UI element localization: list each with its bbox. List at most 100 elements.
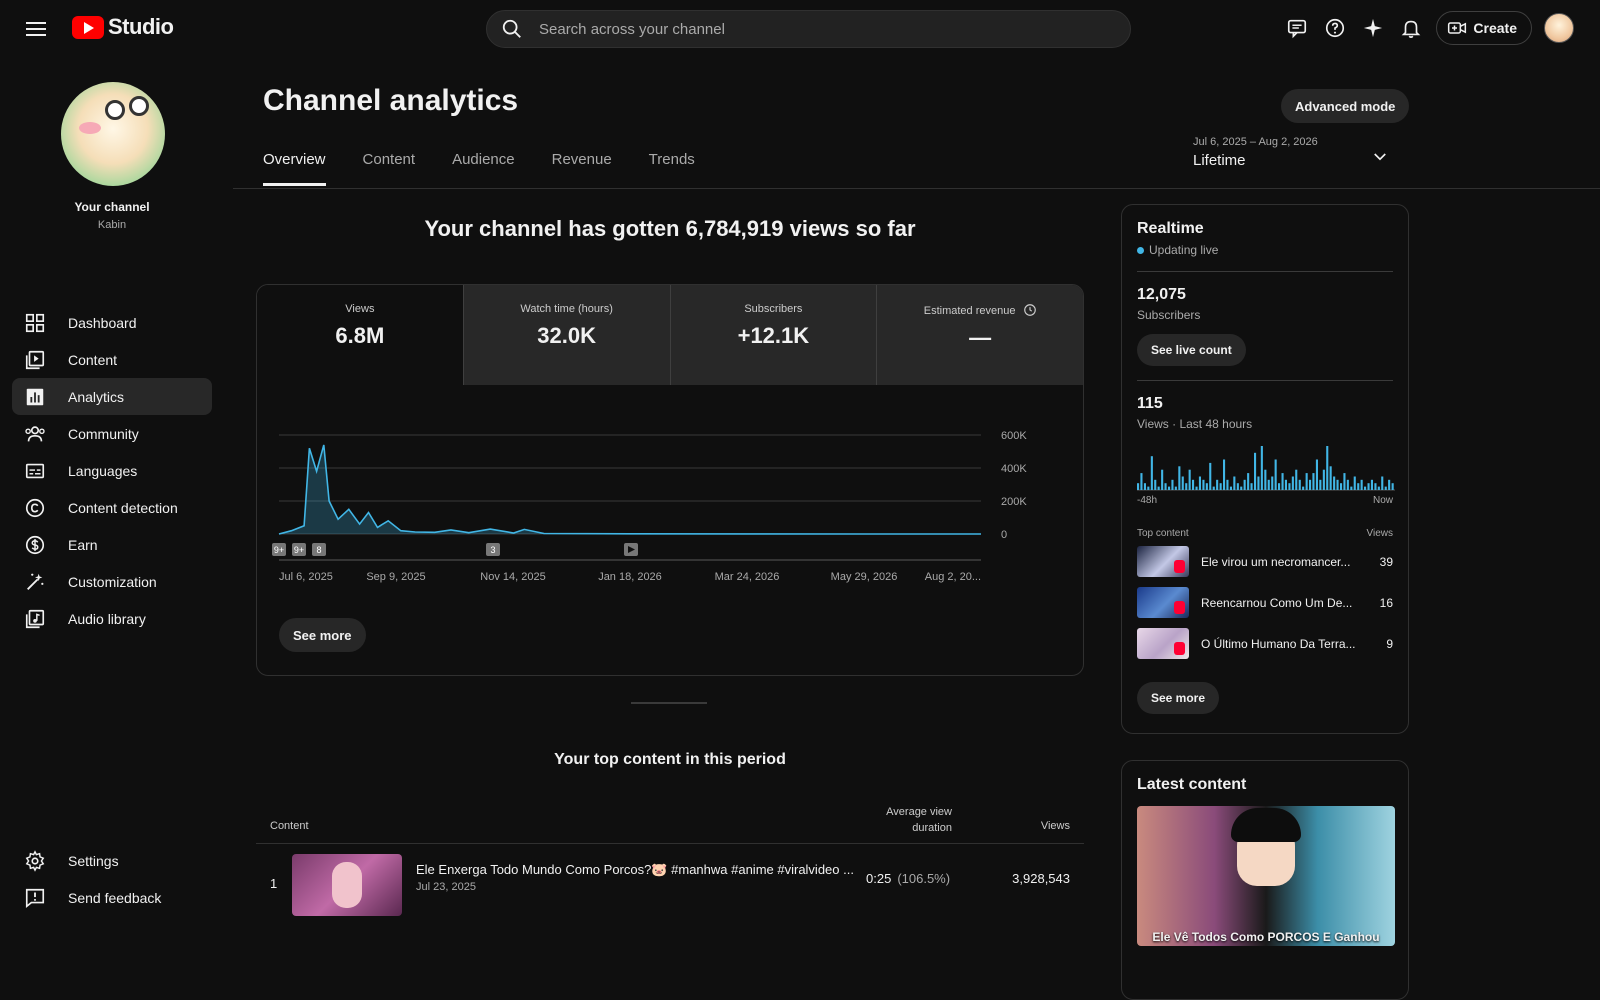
sidebar-item-content[interactable]: Content (12, 341, 212, 378)
tab-revenue[interactable]: Revenue (552, 151, 612, 186)
video-title[interactable]: Ele Enxerga Todo Mundo Como Porcos?🐷 #ma… (416, 862, 856, 878)
metric-subscribers[interactable]: Subscribers +12.1K (669, 285, 877, 385)
metric-estimated-revenue[interactable]: Estimated revenue — (876, 285, 1083, 385)
sidebar-item-community[interactable]: Community (12, 415, 212, 452)
metric-watch-time[interactable]: Watch time (hours) 32.0K (462, 285, 670, 385)
list-item[interactable]: Ele virou um necromancer... 39 (1137, 543, 1393, 580)
metric-label: Views (345, 303, 375, 315)
realtime-bar (1333, 476, 1336, 490)
hamburger-menu-icon[interactable] (24, 18, 48, 38)
list-item[interactable]: Reencarnou Como Um De... 16 (1137, 584, 1393, 621)
realtime-bar (1288, 483, 1291, 490)
chart-marker-label: 9+ (274, 545, 284, 555)
x-tick-label: Aug 2, 20... (925, 571, 981, 583)
tab-trends[interactable]: Trends (649, 151, 695, 186)
comments-icon[interactable] (1284, 15, 1310, 41)
realtime-bar (1388, 479, 1391, 490)
sidebar-item-label: Content detection (68, 499, 178, 516)
advanced-mode-button[interactable]: Advanced mode (1281, 89, 1410, 123)
realtime-bar (1147, 486, 1150, 490)
sidebar-item-settings[interactable]: Settings (12, 842, 212, 879)
tab-overview[interactable]: Overview (263, 151, 326, 186)
create-button[interactable]: Create (1436, 11, 1532, 45)
metric-label: Subscribers (744, 303, 803, 315)
video-thumbnail[interactable] (292, 854, 402, 916)
date-range-picker[interactable]: Jul 6, 2025 – Aug 2, 2026 Lifetime (1193, 136, 1393, 169)
realtime-bar (1291, 476, 1294, 490)
top-content-label: Top content (1137, 528, 1189, 539)
channel-avatar[interactable] (61, 82, 165, 186)
sidebar: Your channel Kabin Dashboard Content Ana… (0, 56, 224, 924)
list-item[interactable]: O Último Humano Da Terra... 9 (1137, 625, 1393, 662)
dollar-icon (25, 535, 45, 554)
account-avatar[interactable] (1544, 13, 1574, 43)
realtime-bar (1140, 473, 1143, 490)
views-line (278, 444, 981, 535)
table-row[interactable]: 1 Ele Enxerga Todo Mundo Como Porcos?🐷 #… (256, 846, 1084, 926)
x-tick-label: Jul 6, 2025 (279, 571, 333, 583)
realtime-bar (1322, 469, 1325, 490)
chevron-down-icon (1374, 153, 1386, 161)
metric-views[interactable]: Views 6.8M (257, 285, 463, 385)
sparkle-icon[interactable] (1360, 15, 1386, 41)
realtime-bar (1315, 459, 1318, 490)
help-icon[interactable] (1322, 15, 1348, 41)
tab-content[interactable]: Content (363, 151, 416, 186)
search-input[interactable] (539, 20, 1099, 38)
latest-video-thumbnail[interactable]: Ele Vê Todos Como PORCOS E Ganhou (1137, 806, 1395, 946)
content-icon (25, 350, 45, 369)
search-bar[interactable] (486, 10, 1131, 48)
realtime-bar (1216, 479, 1219, 490)
sidebar-item-label: Settings (68, 852, 119, 869)
short-thumbnail (1137, 546, 1189, 577)
realtime-bar (1309, 479, 1312, 490)
realtime-see-more-button[interactable]: See more (1137, 682, 1220, 714)
see-live-count-button[interactable]: See live count (1137, 334, 1246, 366)
section-divider (631, 702, 707, 704)
community-icon (25, 425, 45, 441)
short-thumbnail (1137, 587, 1189, 618)
sidebar-item-send-feedback[interactable]: Send feedback (12, 879, 212, 916)
tab-audience[interactable]: Audience (452, 151, 515, 186)
realtime-bar (1329, 466, 1332, 490)
sidebar-item-audio-library[interactable]: Audio library (12, 600, 212, 637)
bell-icon[interactable] (1398, 15, 1424, 41)
realtime-bar (1229, 486, 1232, 490)
sidebar-item-customization[interactable]: Customization (12, 563, 212, 600)
video-views: 3,928,543 (1012, 871, 1070, 886)
dashboard-icon (25, 313, 45, 332)
clock-icon (1023, 304, 1036, 316)
studio-logo[interactable]: Studio (72, 14, 174, 40)
realtime-bar (1364, 486, 1367, 490)
realtime-bars-svg (1137, 446, 1395, 491)
realtime-views-value: 115 (1137, 395, 1163, 412)
realtime-bar (1381, 476, 1384, 490)
realtime-bar (1192, 479, 1195, 490)
realtime-bar (1181, 476, 1184, 490)
sidebar-item-earn[interactable]: Earn (12, 526, 212, 563)
realtime-bar (1274, 459, 1277, 490)
sidebar-item-dashboard[interactable]: Dashboard (12, 304, 212, 341)
top-content-title: Your top content in this period (554, 751, 786, 768)
realtime-bar (1377, 486, 1380, 490)
magic-wand-icon (27, 573, 44, 590)
realtime-bar (1178, 466, 1181, 490)
realtime-bar (1157, 486, 1160, 490)
youtube-play-icon (72, 15, 104, 39)
sidebar-item-content-detection[interactable]: Content detection (12, 489, 212, 526)
chart-see-more-button[interactable]: See more (279, 618, 366, 652)
realtime-bar (1209, 462, 1212, 490)
sidebar-item-analytics[interactable]: Analytics (12, 378, 212, 415)
metric-value: 6.8M (335, 323, 385, 348)
sidebar-item-label: Send feedback (68, 889, 162, 906)
metric-tabs: Views 6.8M Watch time (hours) 32.0K Subs… (257, 285, 1083, 385)
realtime-card: Realtime Updating live 12,075 Subscriber… (1121, 204, 1409, 734)
realtime-bar (1236, 483, 1239, 490)
y-tick-label: 400K (1001, 463, 1027, 475)
realtime-bar (1353, 476, 1356, 490)
tab-divider (233, 188, 1600, 189)
sidebar-item-languages[interactable]: Languages (12, 452, 212, 489)
x-tick-label: Mar 24, 2026 (715, 571, 780, 583)
x-tick-label: May 29, 2026 (831, 571, 898, 583)
sidebar-item-label: Content (68, 351, 118, 368)
